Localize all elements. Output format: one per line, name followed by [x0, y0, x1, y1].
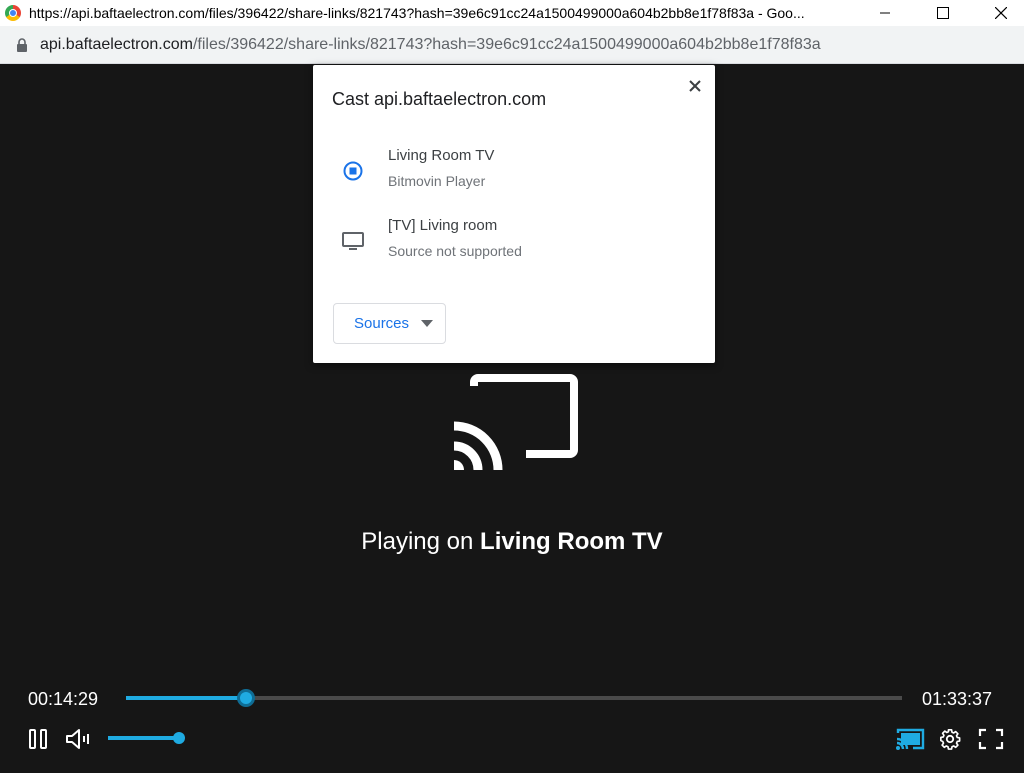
- seek-bar-handle[interactable]: [236, 689, 255, 707]
- seek-bar-progress: [126, 696, 246, 700]
- fullscreen-icon: [978, 728, 1004, 750]
- playing-device-name: Living Room TV: [480, 528, 663, 555]
- settings-button[interactable]: [938, 727, 962, 751]
- url-path: /files/396422/share-links/821743?hash=39…: [192, 35, 821, 53]
- window-title: https://api.baftaelectron.com/files/3964…: [29, 5, 805, 21]
- chevron-down-icon: [421, 320, 434, 327]
- url-host: api.baftaelectron.com: [40, 35, 193, 53]
- maximize-icon: [937, 7, 949, 19]
- tv-icon: [341, 229, 365, 253]
- minimize-button[interactable]: [862, 0, 908, 26]
- fullscreen-button[interactable]: [977, 727, 1005, 751]
- cast-active-icon: [896, 728, 925, 750]
- url-text[interactable]: api.baftaelectron.com/files/396422/share…: [40, 36, 821, 54]
- close-icon: [995, 7, 1007, 19]
- seek-bar[interactable]: [126, 689, 902, 707]
- pause-icon: [29, 729, 47, 749]
- address-bar[interactable]: api.baftaelectron.com/files/396422/share…: [0, 26, 1024, 64]
- cast-button[interactable]: [894, 726, 926, 752]
- sink-item-living-room-tv[interactable]: Living Room TV Bitmovin Player: [313, 147, 715, 209]
- cast-connected-icon: [452, 374, 578, 475]
- volume-slider[interactable]: [108, 736, 180, 740]
- close-window-button[interactable]: [978, 0, 1024, 26]
- close-dialog-button[interactable]: [685, 76, 705, 96]
- lock-icon[interactable]: [14, 37, 30, 53]
- sink-status: Source not supported: [388, 243, 522, 259]
- chrome-icon: [5, 5, 21, 21]
- total-time: 01:33:37: [922, 689, 993, 709]
- playing-on-message: Playing on Living Room TV: [0, 528, 1024, 556]
- casting-active-icon: [341, 159, 365, 183]
- speaker-icon: [66, 729, 89, 749]
- window-title-bar: https://api.baftaelectron.com/files/3964…: [0, 0, 1024, 26]
- volume-button[interactable]: [64, 727, 94, 751]
- pause-button[interactable]: [26, 727, 50, 751]
- current-time: 00:14:29: [28, 689, 99, 709]
- sink-item-tv-living-room[interactable]: [TV] Living room Source not supported: [313, 217, 715, 279]
- sink-name: [TV] Living room: [388, 217, 498, 234]
- volume-slider-handle[interactable]: [173, 732, 185, 744]
- cast-dialog: Cast api.baftaelectron.com Living Room T…: [313, 65, 715, 363]
- sources-label: Sources: [354, 315, 410, 332]
- close-icon: [689, 80, 701, 92]
- cast-dialog-title: Cast api.baftaelectron.com: [332, 89, 547, 109]
- maximize-button[interactable]: [920, 0, 966, 26]
- sources-button[interactable]: Sources: [333, 303, 446, 344]
- gear-icon: [940, 729, 961, 750]
- sink-status: Bitmovin Player: [388, 173, 486, 189]
- sink-name: Living Room TV: [388, 147, 495, 164]
- playing-prefix: Playing on: [361, 528, 474, 555]
- minimize-icon: [880, 12, 890, 14]
